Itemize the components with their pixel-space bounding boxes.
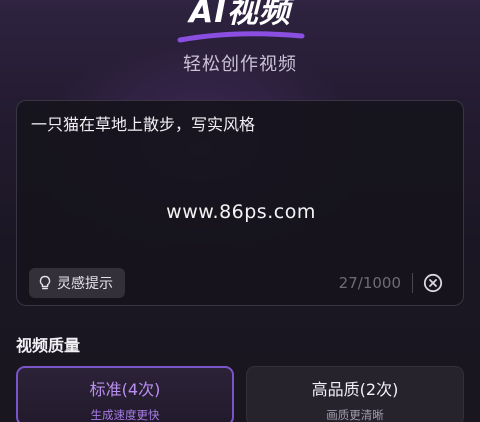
watermark-text: www.86ps.com — [166, 201, 316, 223]
clear-circle-icon[interactable] — [423, 273, 443, 293]
quality-option-description: 画质更清晰 — [326, 408, 384, 422]
header: AI视频 轻松创作视频 — [0, 0, 480, 80]
quality-option-standard[interactable]: 标准(4次) 生成速度更快 — [16, 366, 234, 422]
quality-section-title: 视频质量 — [16, 336, 81, 355]
inspiration-button[interactable]: 灵感提示 — [29, 268, 125, 298]
character-count: 27/1000 — [338, 274, 401, 292]
quality-option-description: 生成速度更快 — [90, 408, 160, 422]
prompt-textarea[interactable]: 一只猫在草地上散步，写实风格 — [31, 113, 449, 137]
page-subtitle: 轻松创作视频 — [183, 54, 297, 75]
title-underline-swoosh — [177, 31, 305, 43]
inspiration-button-label: 灵感提示 — [57, 276, 113, 292]
quality-option-label: 标准(4次) — [89, 380, 161, 399]
count-divider — [412, 273, 413, 293]
quality-option-high[interactable]: 高品质(2次) 画质更清晰 — [246, 366, 464, 422]
prompt-card: 一只猫在草地上散步，写实风格 www.86ps.com 灵感提示 27/1000 — [16, 100, 464, 306]
quality-option-label: 高品质(2次) — [311, 380, 399, 399]
lightbulb-icon — [38, 275, 52, 291]
